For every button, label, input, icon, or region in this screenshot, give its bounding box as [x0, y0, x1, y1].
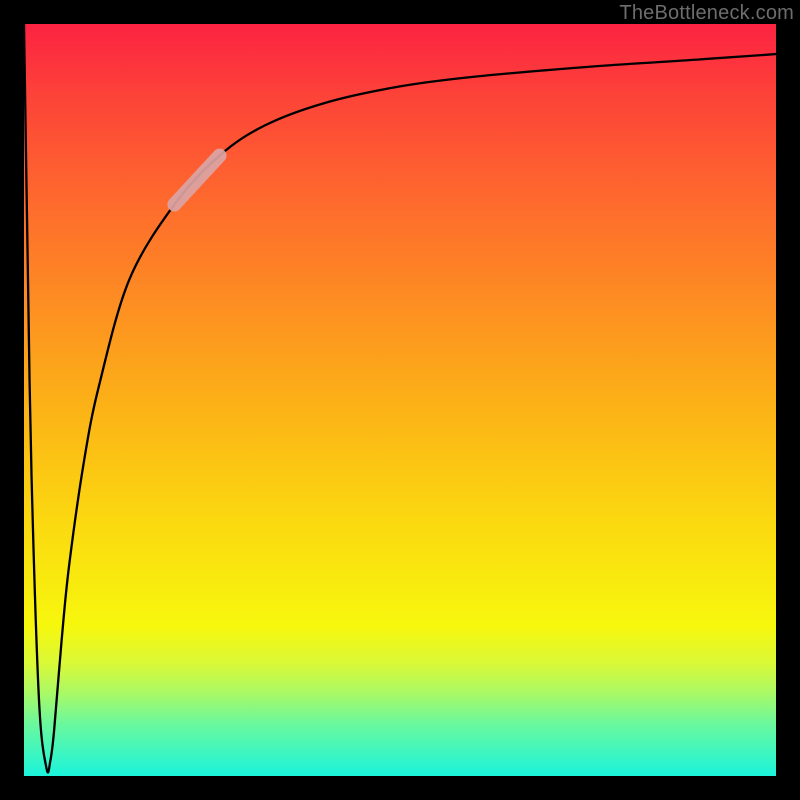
curve-highlight-segment: [174, 156, 219, 205]
chart-frame: TheBottleneck.com: [0, 0, 800, 800]
plot-area: [24, 24, 776, 776]
watermark-text: TheBottleneck.com: [619, 2, 794, 25]
curve-layer: [24, 24, 776, 776]
bottleneck-curve: [24, 24, 776, 772]
